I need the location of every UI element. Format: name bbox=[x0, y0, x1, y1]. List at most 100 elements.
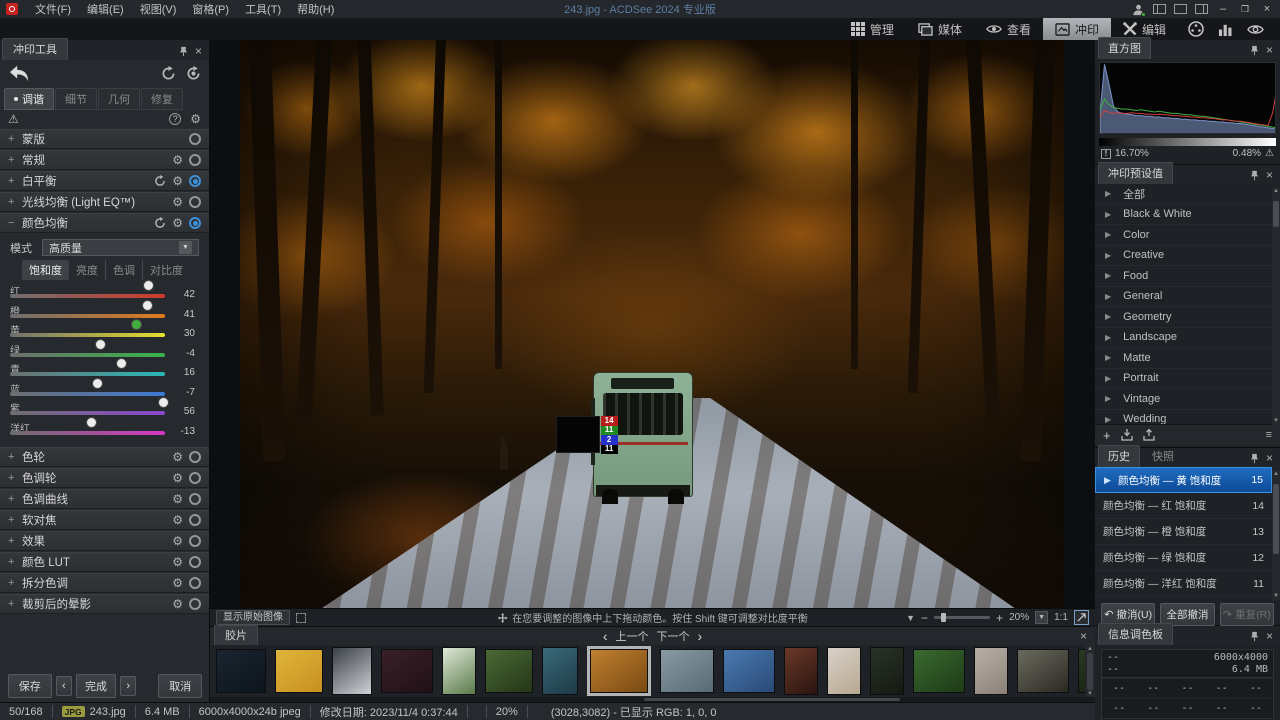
redo-button[interactable]: ↷重复(R) bbox=[1220, 603, 1274, 626]
slider-track[interactable] bbox=[10, 431, 165, 435]
preset-category-row[interactable]: ▶Portrait bbox=[1095, 369, 1272, 390]
history-scrollbar[interactable]: ▲ ▼ bbox=[1272, 470, 1280, 600]
prev-label[interactable]: 上一个 bbox=[616, 628, 649, 644]
settings-gear-icon[interactable]: ⚙ bbox=[190, 113, 201, 125]
section-色调曲线[interactable]: +色调曲线⚙ bbox=[0, 489, 209, 509]
develop-tab-几何[interactable]: 几何 bbox=[98, 88, 140, 110]
section-enable-toggle[interactable] bbox=[189, 175, 201, 187]
scrollbar-thumb[interactable] bbox=[644, 698, 901, 701]
menu-item[interactable]: 窗格(P) bbox=[185, 0, 236, 18]
minimize-button[interactable]: – bbox=[1216, 3, 1230, 15]
expand-arrow-icon[interactable]: ▶ bbox=[1105, 394, 1111, 403]
slider-thumb[interactable] bbox=[116, 358, 127, 369]
expand-icon[interactable]: + bbox=[8, 493, 16, 505]
expand-icon[interactable]: + bbox=[8, 451, 16, 463]
photo-vision-icon[interactable] bbox=[1247, 22, 1264, 37]
import-preset-icon[interactable] bbox=[1121, 429, 1133, 441]
thumbnail[interactable] bbox=[784, 647, 818, 695]
expand-arrow-icon[interactable]: ▶ bbox=[1105, 292, 1111, 301]
pin-icon[interactable] bbox=[1250, 170, 1259, 181]
zoom-slider-handle[interactable] bbox=[941, 613, 946, 622]
mode-tab-管理[interactable]: 管理 bbox=[839, 18, 906, 40]
preset-category-row[interactable]: ▶General bbox=[1095, 287, 1272, 308]
scroll-down-icon[interactable]: ▼ bbox=[1272, 418, 1280, 424]
next-image-button[interactable]: › bbox=[120, 676, 136, 696]
thumbnail[interactable] bbox=[974, 647, 1008, 695]
develop-tab-修复[interactable]: 修复 bbox=[141, 88, 183, 110]
zoom-out-button[interactable]: − bbox=[921, 611, 928, 625]
section-常规[interactable]: +常规⚙ bbox=[0, 150, 209, 170]
history-item[interactable]: 颜色均衡 — 橙 饱和度13 bbox=[1095, 519, 1272, 545]
done-button[interactable]: 完成 bbox=[76, 674, 116, 698]
slider-track[interactable] bbox=[10, 314, 165, 318]
save-button[interactable]: 保存 bbox=[8, 674, 52, 698]
photo-canvas[interactable]: 1411211 bbox=[240, 40, 1064, 608]
user-account-icon[interactable] bbox=[1132, 3, 1145, 16]
mode-tab-查看[interactable]: 查看 bbox=[974, 18, 1043, 40]
close-panel-icon[interactable]: × bbox=[195, 45, 202, 57]
section-enable-toggle[interactable] bbox=[189, 556, 201, 568]
section-enable-toggle[interactable] bbox=[189, 154, 201, 166]
expand-arrow-icon[interactable]: ▶ bbox=[1105, 374, 1111, 383]
section-enable-toggle[interactable] bbox=[189, 196, 201, 208]
section-蒙版[interactable]: +蒙版 bbox=[0, 129, 209, 149]
section-拆分色调[interactable]: +拆分色调⚙ bbox=[0, 573, 209, 593]
slider-track[interactable] bbox=[10, 392, 165, 396]
history-item[interactable]: 颜色均衡 — 绿 饱和度12 bbox=[1095, 545, 1272, 571]
mode-tab-媒体[interactable]: 媒体 bbox=[906, 18, 974, 40]
expand-arrow-icon[interactable]: ▶ bbox=[1105, 415, 1111, 424]
menu-item[interactable]: 工具(T) bbox=[238, 0, 288, 18]
gear-icon[interactable]: ⚙ bbox=[172, 598, 183, 610]
expand-icon[interactable]: + bbox=[8, 535, 16, 547]
slider-thumb[interactable] bbox=[143, 280, 154, 291]
expand-arrow-icon[interactable]: ▶ bbox=[1105, 230, 1111, 239]
highlight-clip-icon[interactable]: ⚠ bbox=[1265, 148, 1274, 159]
slider-track[interactable] bbox=[10, 294, 165, 298]
filmstrip-vscrollbar[interactable]: ▲▼ bbox=[1085, 645, 1095, 698]
prev-icon[interactable]: ‹ bbox=[603, 629, 608, 643]
gear-icon[interactable]: ⚙ bbox=[172, 556, 183, 568]
preset-category-row[interactable]: ▶Geometry bbox=[1095, 307, 1272, 328]
expand-icon[interactable]: + bbox=[8, 196, 16, 208]
selection-preview-icon[interactable] bbox=[296, 613, 306, 623]
gear-icon[interactable]: ⚙ bbox=[172, 577, 183, 589]
preset-category-row[interactable]: ▶Color bbox=[1095, 225, 1272, 246]
menu-item[interactable]: 帮助(H) bbox=[290, 0, 341, 18]
scroll-down-icon[interactable]: ▼ bbox=[1272, 593, 1280, 599]
scroll-up-icon[interactable]: ▲ bbox=[1272, 471, 1280, 477]
thumbnail[interactable] bbox=[542, 647, 578, 695]
selected-thumbnail-frame[interactable] bbox=[587, 646, 651, 696]
slider-thumb[interactable] bbox=[131, 319, 142, 330]
thumbnail[interactable] bbox=[442, 647, 476, 695]
section-裁剪后的晕影[interactable]: +裁剪后的晕影⚙ bbox=[0, 594, 209, 614]
mode-dropdown[interactable]: 高质量 ▼ bbox=[42, 239, 199, 256]
section-enable-toggle[interactable] bbox=[189, 217, 201, 229]
thumbnail[interactable] bbox=[332, 647, 372, 695]
pin-icon[interactable] bbox=[1250, 631, 1259, 642]
reset-section-icon[interactable] bbox=[154, 217, 166, 229]
cancel-button[interactable]: 取消 bbox=[158, 674, 202, 698]
section-enable-toggle[interactable] bbox=[189, 472, 201, 484]
thumbnail[interactable] bbox=[913, 649, 965, 693]
subtab-色调[interactable]: 色调 bbox=[106, 260, 143, 280]
section-颜色 LUT[interactable]: +颜色 LUT⚙ bbox=[0, 552, 209, 572]
section-色调轮[interactable]: +色调轮⚙ bbox=[0, 468, 209, 488]
close-panel-icon[interactable]: × bbox=[1266, 630, 1273, 642]
thumbnail[interactable] bbox=[1017, 649, 1069, 693]
scrollbar-thumb[interactable] bbox=[1273, 484, 1279, 554]
preset-category-row[interactable]: ▶Vintage bbox=[1095, 389, 1272, 410]
slider-thumb[interactable] bbox=[142, 300, 153, 311]
section-色轮[interactable]: +色轮⚙ bbox=[0, 447, 209, 467]
history-tab-历史[interactable]: 历史 bbox=[1098, 445, 1140, 467]
show-original-button[interactable]: 显示原始图像 bbox=[216, 610, 290, 625]
close-filmstrip-icon[interactable]: × bbox=[1072, 629, 1095, 643]
next-label[interactable]: 下一个 bbox=[657, 628, 690, 644]
thumbnail[interactable] bbox=[827, 647, 861, 695]
gear-icon[interactable]: ⚙ bbox=[172, 451, 183, 463]
pin-icon[interactable] bbox=[179, 46, 188, 57]
gear-icon[interactable]: ⚙ bbox=[172, 472, 183, 484]
menu-item[interactable]: 视图(V) bbox=[133, 0, 184, 18]
preset-category-row[interactable]: ▶Matte bbox=[1095, 348, 1272, 369]
expand-icon[interactable]: + bbox=[8, 598, 16, 610]
preview-dropdown-icon[interactable]: ▼ bbox=[906, 613, 915, 623]
